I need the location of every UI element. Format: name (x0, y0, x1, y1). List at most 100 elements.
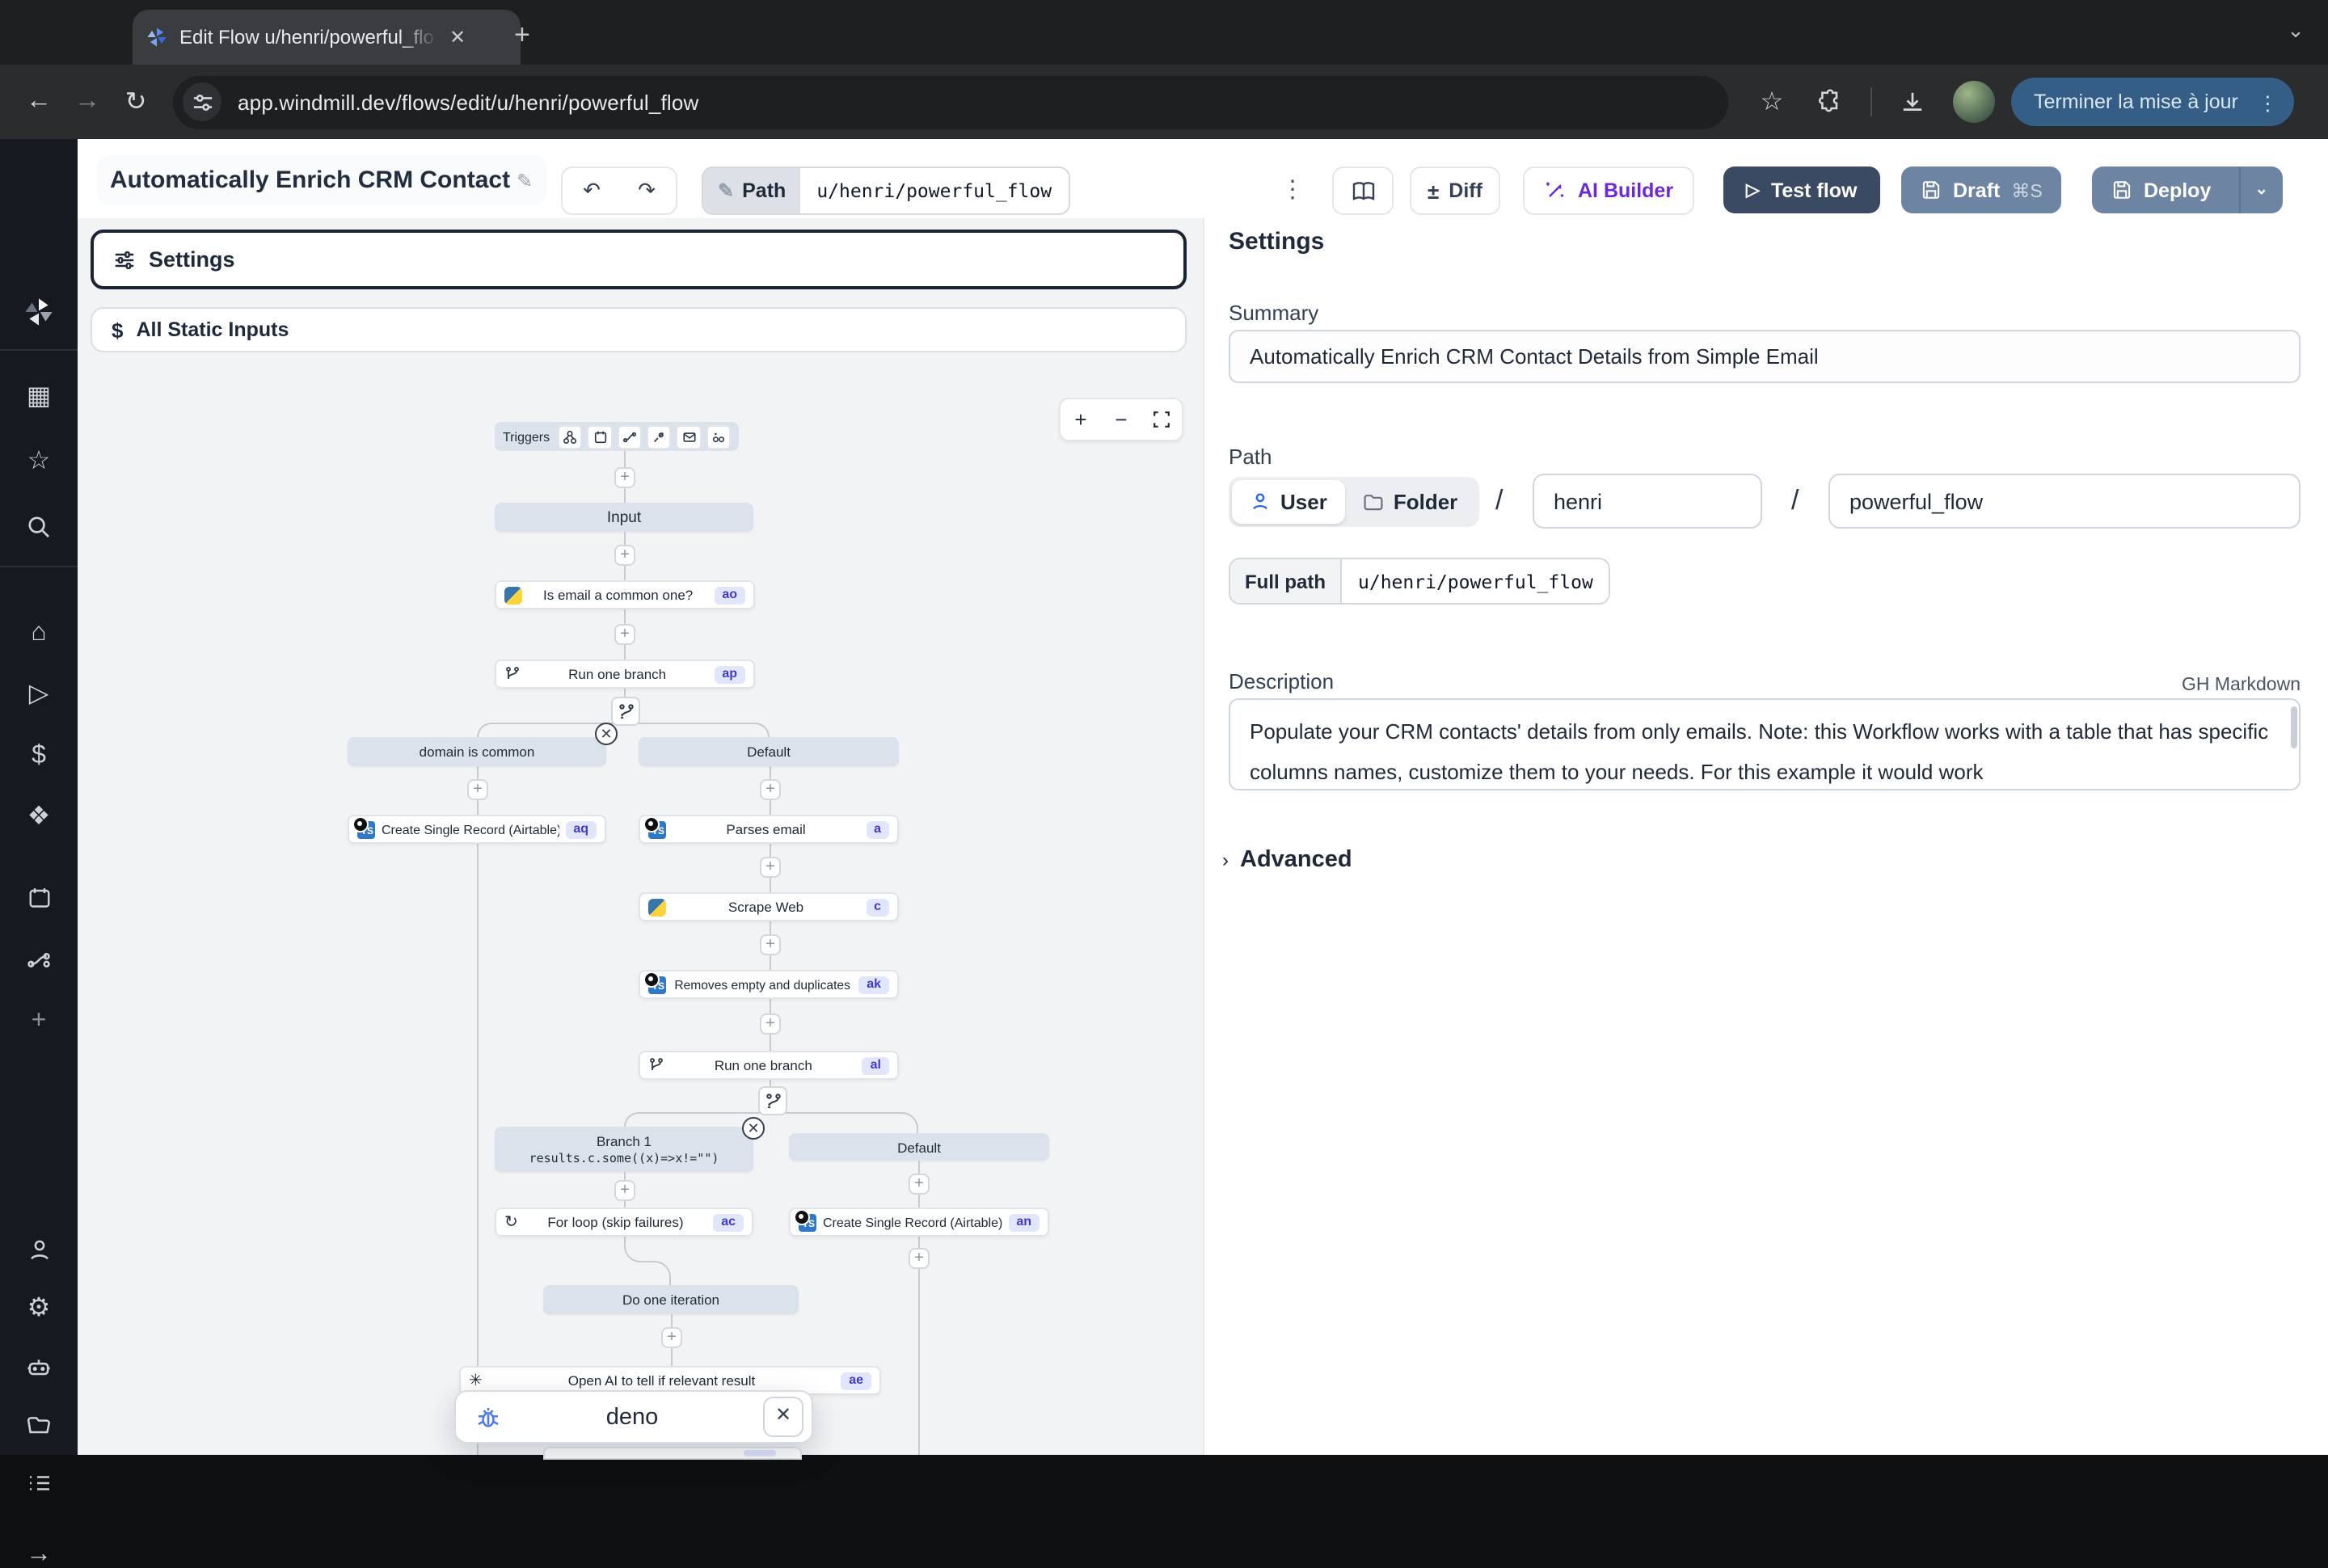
audit-logs-icon[interactable] (0, 1471, 78, 1495)
all-static-inputs-card[interactable]: $ All Static Inputs (91, 307, 1187, 352)
step-node-for-loop[interactable]: ↻ For loop (skip failures) ac (495, 1208, 753, 1237)
deno-popup[interactable]: deno ✕ (454, 1390, 813, 1444)
folder-toggle-option[interactable]: Folder (1345, 480, 1475, 524)
zoom-out-button[interactable]: − (1101, 399, 1141, 440)
routes-icon[interactable] (0, 947, 78, 973)
deploy-dropdown-chevron[interactable]: ⌄ (2238, 166, 2283, 213)
reload-button[interactable]: ↻ (112, 78, 160, 126)
remove-branch-button[interactable]: ✕ (595, 723, 618, 745)
add-step-button[interactable]: + (760, 1014, 781, 1035)
add-branch-button[interactable] (611, 697, 640, 726)
zoom-in-button[interactable]: + (1061, 399, 1101, 440)
ai-builder-button[interactable]: AI Builder (1523, 166, 1694, 215)
flow-name-input[interactable]: powerful_flow (1828, 474, 2301, 529)
schedule-icon[interactable] (588, 424, 613, 449)
user-toggle-option[interactable]: User (1232, 480, 1345, 524)
address-bar[interactable]: app.windmill.dev/flows/edit/u/henri/powe… (173, 75, 1728, 129)
settings-selected-card[interactable]: Settings (91, 230, 1187, 289)
tab-close-icon[interactable]: ✕ (449, 27, 466, 47)
add-step-button[interactable]: + (909, 1248, 930, 1269)
redo-button[interactable]: ↷ (618, 166, 677, 215)
step-node-scrape-web[interactable]: Scrape Web c (639, 892, 899, 921)
workspace-icon[interactable]: ▦ (0, 385, 78, 411)
add-step-button[interactable]: + (661, 1327, 682, 1348)
step-node-parses-email[interactable]: TS Parses email a (639, 815, 899, 844)
runs-icon[interactable]: ▷ (0, 682, 78, 708)
step-node-removes-duplicates[interactable]: TS Removes empty and duplicates ak (639, 970, 899, 999)
bookmark-star-icon[interactable]: ☆ (1748, 78, 1796, 126)
branch-header-default-2[interactable]: Default (789, 1133, 1049, 1161)
add-step-button[interactable]: + (614, 467, 635, 488)
summary-input[interactable]: Automatically Enrich CRM Contact Details… (1229, 330, 2301, 383)
browser-tab[interactable]: Edit Flow u/henri/powerful_flo ✕ (133, 10, 521, 65)
step-node-run-one-branch[interactable]: Run one branch ap (495, 660, 755, 689)
add-step-button[interactable]: + (760, 934, 781, 955)
add-step-button[interactable]: + (760, 857, 781, 878)
chrome-menu-icon[interactable]: ⋮ (2251, 90, 2284, 114)
new-tab-button[interactable]: + (514, 21, 530, 48)
draft-label: Draft (1953, 179, 2000, 201)
add-step-button[interactable]: + (467, 779, 488, 800)
step-node-create-single-record[interactable]: TS Create Single Record (Airtable) aq (348, 815, 606, 844)
search-icon[interactable] (0, 514, 78, 540)
branch-header-branch-1[interactable]: Branch 1 results.c.some((x)=>x!="") (495, 1127, 753, 1172)
webhook-icon[interactable] (558, 424, 583, 449)
test-flow-button[interactable]: ▷ Test flow (1723, 166, 1879, 213)
step-node-email-check[interactable]: Is email a common one? ao (495, 580, 755, 609)
fit-view-button[interactable] (1141, 399, 1182, 440)
draft-shortcut: ⌘S (2011, 179, 2042, 201)
add-branch-button[interactable] (758, 1086, 787, 1115)
schedules-icon[interactable] (0, 886, 78, 910)
poll-icon[interactable] (706, 424, 731, 449)
window-chevron-icon[interactable]: ⌄ (2276, 13, 2315, 52)
step-node-create-single-record-2[interactable]: TS Create Single Record (Airtable) an (789, 1208, 1049, 1237)
docs-book-button[interactable] (1332, 166, 1394, 215)
site-info-icon[interactable] (183, 82, 221, 121)
remove-branch-button[interactable]: ✕ (742, 1117, 765, 1140)
advanced-section-toggle[interactable]: › Advanced (1222, 847, 1352, 873)
description-textarea[interactable]: Populate your CRM contacts' details from… (1229, 698, 2301, 790)
favorites-star-icon[interactable]: ☆ (0, 449, 78, 475)
draft-button[interactable]: Draft ⌘S (1901, 166, 2062, 213)
flow-title-input[interactable]: Automatically Enrich CRM Contact✎ (97, 155, 546, 205)
flow-path-chip[interactable]: ✎Path u/henri/powerful_flow (702, 166, 1069, 215)
undo-button[interactable]: ↶ (561, 166, 622, 215)
variables-icon[interactable]: $ (0, 744, 78, 769)
add-step-button[interactable]: + (614, 1180, 635, 1201)
edge (770, 1112, 918, 1133)
do-one-iteration-node[interactable]: Do one iteration (543, 1285, 799, 1314)
popup-close-icon[interactable]: ✕ (763, 1397, 803, 1437)
diff-button[interactable]: ±Diff (1410, 166, 1500, 215)
back-button[interactable]: ← (15, 78, 63, 126)
extensions-icon[interactable] (1806, 78, 1854, 126)
folders-icon[interactable] (0, 1413, 78, 1439)
add-step-button[interactable]: + (614, 624, 635, 645)
browser-update-button[interactable]: Terminer la mise à jour ⋮ (2011, 78, 2294, 126)
branch-header-default[interactable]: Default (639, 737, 899, 766)
add-step-button[interactable]: + (909, 1174, 930, 1195)
windmill-logo-icon[interactable] (0, 296, 78, 328)
profile-avatar[interactable] (1953, 81, 1995, 123)
resources-icon[interactable]: ❖ (0, 805, 78, 831)
workers-robot-icon[interactable] (0, 1355, 78, 1380)
email-icon[interactable] (677, 424, 702, 449)
downloads-icon[interactable] (1888, 78, 1937, 126)
forward-button[interactable]: → (63, 78, 112, 126)
triggers-node[interactable]: Triggers (495, 422, 739, 451)
deploy-button[interactable]: Deploy ⌄ (2092, 166, 2283, 213)
branch-header-domain-is-common[interactable]: domain is common (348, 737, 606, 766)
more-options-icon[interactable]: ⋮ (1280, 175, 1305, 204)
user-icon[interactable] (0, 1238, 78, 1262)
home-icon[interactable]: ⌂ (0, 621, 78, 647)
add-item-icon[interactable]: + (0, 1009, 78, 1035)
expand-sidebar-arrow-icon[interactable]: → (0, 1542, 78, 1568)
add-step-button[interactable]: + (760, 779, 781, 800)
route-icon[interactable] (617, 424, 642, 449)
input-node[interactable]: Input (495, 503, 753, 532)
add-step-button[interactable]: + (614, 545, 635, 566)
settings-gear-icon[interactable]: ⚙ (0, 1296, 78, 1322)
description-scrollbar[interactable] (2291, 706, 2297, 748)
owner-input[interactable]: henri (1533, 474, 1762, 529)
websocket-icon[interactable] (647, 424, 672, 449)
step-node-run-one-branch-2[interactable]: Run one branch al (639, 1051, 899, 1080)
